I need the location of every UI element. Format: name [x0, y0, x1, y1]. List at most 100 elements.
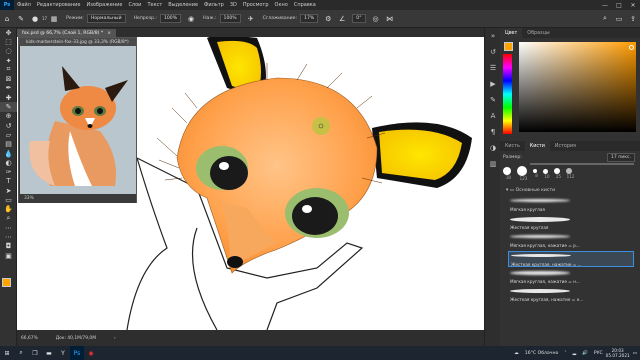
close-icon[interactable]: ✕	[626, 0, 640, 10]
healing-brush-tool-icon[interactable]: ✚	[0, 93, 17, 102]
paragraph-panel-icon[interactable]: ¶	[485, 124, 501, 140]
share-icon[interactable]: ⇪	[628, 14, 638, 24]
tray-chevron-icon[interactable]: ˄	[564, 351, 566, 356]
minimize-icon[interactable]: —	[598, 0, 612, 10]
file-explorer-icon[interactable]: ▬	[42, 346, 56, 360]
collapse-panels-icon[interactable]: »	[485, 28, 501, 44]
crop-tool-icon[interactable]: ⌗	[0, 65, 17, 74]
network-icon[interactable]: ▂	[573, 351, 577, 356]
marquee-tool-icon[interactable]: ⬚	[0, 37, 17, 46]
yandex-browser-icon[interactable]: Y	[56, 346, 70, 360]
brush-soft-round-pressure-opacity-2[interactable]: Мягкая круглая, нажатие = н...	[508, 269, 634, 285]
reference-window-title[interactable]: kids-marberstein-fox-33.jpg @ 33,3% (RGB…	[19, 38, 136, 46]
search-icon[interactable]: ⌕	[600, 14, 610, 24]
actions-panel-icon[interactable]: ▶	[485, 76, 501, 92]
recent-brush-2[interactable]	[517, 166, 527, 176]
clone-stamp-tool-icon[interactable]: ⊕	[0, 112, 17, 121]
zoom-tool-icon[interactable]: ⌕	[0, 214, 17, 223]
lasso-tool-icon[interactable]: ◌	[0, 47, 17, 56]
brush-hard-round-pressure-size[interactable]: Жесткая круглая, нажатие = ...	[508, 251, 634, 267]
move-tool-icon[interactable]: ✥	[0, 28, 17, 37]
status-arrow-icon[interactable]: ›	[114, 336, 116, 341]
volume-icon[interactable]: 🔊	[582, 351, 588, 356]
menu-file[interactable]: Файл	[14, 2, 34, 8]
brush-settings-panel-icon[interactable]: ✎	[485, 92, 501, 108]
color-picker-field[interactable]	[519, 42, 636, 132]
history-panel-icon[interactable]: ↺	[485, 44, 501, 60]
smoothing-field[interactable]: 17%	[300, 14, 319, 23]
properties-panel-icon[interactable]: ☰	[485, 60, 501, 76]
menu-3d[interactable]: 3D	[227, 2, 240, 8]
brush-tool-icon[interactable]: ✎	[0, 102, 17, 112]
brush-folder-general[interactable]: ▾ ▭ Основные кисти	[500, 182, 640, 195]
hand-tool-icon[interactable]: ✋	[0, 205, 17, 214]
clock[interactable]: 20:03 05.07.2021	[606, 348, 630, 358]
task-view-icon[interactable]: ❐	[28, 346, 42, 360]
menu-type[interactable]: Текст	[144, 2, 165, 8]
type-tool-icon[interactable]: T	[0, 177, 17, 186]
pressure-size-icon[interactable]: ◎	[371, 14, 381, 24]
search-icon[interactable]: ⌕	[14, 346, 28, 360]
windows-start-icon[interactable]: ⊞	[0, 346, 14, 360]
path-selection-tool-icon[interactable]: ➤	[0, 186, 17, 195]
edit-toolbar-icon[interactable]: ⋯	[0, 233, 17, 242]
tab-brush-presets[interactable]: Кисть	[500, 144, 525, 149]
brush-soft-round[interactable]: Мягкая круглая	[508, 197, 634, 213]
brush-settings-icon[interactable]: ▦	[49, 14, 59, 24]
more-tools-icon[interactable]: ⋯	[0, 223, 17, 232]
airbrush-icon[interactable]: ✈	[246, 14, 256, 24]
language-indicator[interactable]: РУС	[594, 351, 603, 356]
tab-brushes[interactable]: Кисти	[524, 141, 550, 151]
weather-text[interactable]: 16°C Облачно	[525, 351, 559, 356]
zoom-level[interactable]: 66,67%	[21, 336, 38, 341]
libraries-panel-icon[interactable]: ▥	[485, 156, 501, 172]
menu-select[interactable]: Выделение	[165, 2, 201, 8]
panel-foreground-swatch[interactable]	[504, 42, 513, 51]
notifications-icon[interactable]: ▭	[633, 351, 637, 356]
adjustments-panel-icon[interactable]: ◑	[485, 140, 501, 156]
pen-tool-icon[interactable]: ✑	[0, 167, 17, 176]
history-brush-tool-icon[interactable]: ↺	[0, 121, 17, 130]
brush-preset-picker[interactable]: ●	[30, 14, 40, 24]
quick-mask-icon[interactable]: ◘	[0, 242, 17, 251]
weather-icon[interactable]: ☁	[514, 351, 519, 356]
brush-tool-icon[interactable]: ✎	[16, 14, 26, 24]
photoshop-taskbar-icon[interactable]: Ps	[70, 346, 84, 360]
tab-history[interactable]: История	[550, 144, 581, 149]
recent-brush-1[interactable]	[503, 167, 511, 175]
brush-hard-round-pressure-opacity[interactable]: Жесткая круглая, нажатие = н...	[508, 287, 634, 303]
foreground-color-swatch[interactable]	[2, 278, 11, 287]
rectangle-tool-icon[interactable]: ▭	[0, 195, 17, 204]
quick-select-tool-icon[interactable]: ✦	[0, 56, 17, 65]
eraser-tool-icon[interactable]: ▱	[0, 130, 17, 139]
frame-tool-icon[interactable]: ⊠	[0, 74, 17, 83]
mode-select[interactable]: Нормальный	[86, 14, 126, 23]
tab-fox-psd[interactable]: fox.psd @ 66,7% (Слой 1, RGB/8) * ×	[17, 29, 117, 37]
tab-color[interactable]: Цвет	[500, 28, 523, 38]
color-picker-handle[interactable]	[629, 45, 634, 50]
color-swatches[interactable]	[2, 278, 16, 294]
menu-window[interactable]: Окно	[272, 2, 291, 8]
pressure-opacity-icon[interactable]: ◉	[186, 14, 196, 24]
symmetry-icon[interactable]: ⋈	[385, 14, 395, 24]
gradient-tool-icon[interactable]: ▤	[0, 140, 17, 149]
menu-layers[interactable]: Слои	[125, 2, 144, 8]
photoshop-logo-icon[interactable]: Ps	[0, 0, 14, 10]
opacity-field[interactable]: 100%	[159, 14, 182, 23]
tab-close-icon[interactable]: ×	[107, 31, 111, 36]
workspace-icon[interactable]: ▭	[614, 14, 624, 24]
blur-tool-icon[interactable]: 💧	[0, 149, 17, 158]
reference-image-window[interactable]: kids-marberstein-fox-33.jpg @ 33,3% (RGB…	[18, 37, 137, 203]
dodge-tool-icon[interactable]: ◐	[0, 158, 17, 167]
eyedropper-tool-icon[interactable]: ✒	[0, 84, 17, 93]
brush-soft-round-pressure-opacity[interactable]: Мягкая круглая, нажатие = р...	[508, 233, 634, 249]
flow-field[interactable]: 100%	[219, 14, 241, 23]
brush-hard-round[interactable]: Жесткая круглая	[508, 215, 634, 231]
home-icon[interactable]: ⌂	[2, 14, 12, 24]
recording-app-icon[interactable]: ◉	[84, 346, 98, 360]
angle-field[interactable]: 0°	[352, 14, 366, 23]
screen-mode-icon[interactable]: ▣	[0, 251, 17, 260]
hue-slider[interactable]	[503, 54, 512, 134]
maximize-icon[interactable]: □	[612, 0, 626, 10]
menu-help[interactable]: Справка	[291, 2, 319, 8]
